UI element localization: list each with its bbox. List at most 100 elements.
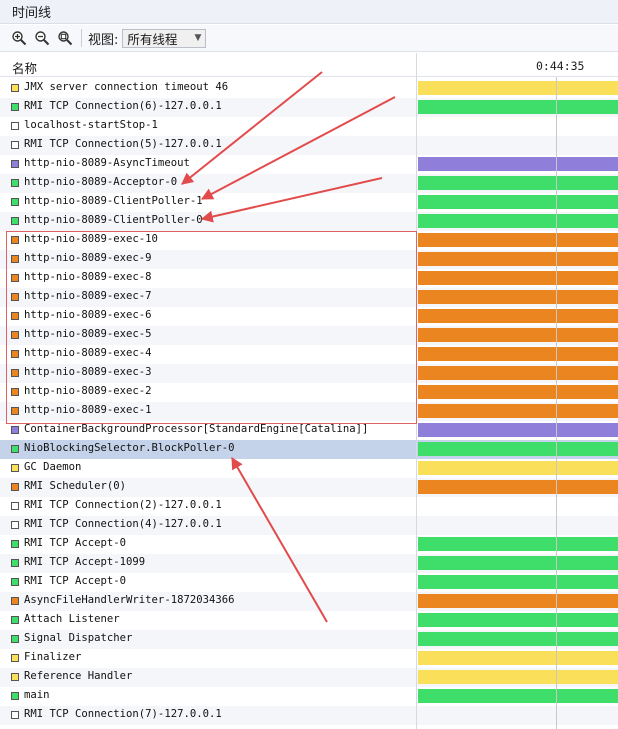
thread-state-swatch xyxy=(11,217,19,225)
view-select-value: 所有线程 xyxy=(127,31,178,47)
thread-row[interactable]: RMI TCP Connection(6)-127.0.0.1 xyxy=(0,98,618,117)
thread-row[interactable]: Reference Handler xyxy=(0,668,618,687)
thread-state-swatch xyxy=(11,331,19,339)
thread-row[interactable]: RMI TCP Connection(5)-127.0.0.1 xyxy=(0,136,618,155)
thread-row[interactable]: http-nio-8089-exec-5 xyxy=(0,326,618,345)
thread-row[interactable]: main xyxy=(0,687,618,706)
zoom-fit-icon[interactable] xyxy=(54,27,76,49)
thread-timeline-bar xyxy=(418,423,618,437)
thread-row[interactable]: http-nio-8089-exec-7 xyxy=(0,288,618,307)
thread-name: http-nio-8089-exec-1 xyxy=(24,404,152,416)
thread-name: RMI TCP Connection(2)-127.0.0.1 xyxy=(24,499,222,511)
thread-row[interactable]: RMI Scheduler(0) xyxy=(0,478,618,497)
thread-row[interactable]: http-nio-8089-exec-6 xyxy=(0,307,618,326)
table-header: 名称 0:44:35 xyxy=(0,53,618,77)
thread-row[interactable]: RMI TCP Connection(2)-127.0.0.1 xyxy=(0,497,618,516)
thread-state-swatch xyxy=(11,654,19,662)
thread-name: Finalizer xyxy=(24,651,82,663)
thread-state-swatch xyxy=(11,255,19,263)
thread-row[interactable]: RMI TCP Accept-0 xyxy=(0,573,618,592)
thread-timeline-bar xyxy=(418,670,618,684)
thread-name: http-nio-8089-exec-4 xyxy=(24,347,152,359)
thread-timeline-bar xyxy=(418,81,618,95)
thread-name: AsyncFileHandlerWriter-1872034366 xyxy=(24,594,235,606)
thread-timeline-bar xyxy=(418,176,618,190)
thread-name: RMI TCP Connection(5)-127.0.0.1 xyxy=(24,138,222,150)
thread-state-swatch xyxy=(11,540,19,548)
thread-name: RMI TCP Accept-0 xyxy=(24,575,127,587)
thread-timeline-bar xyxy=(418,157,618,171)
thread-timeline-bar xyxy=(418,195,618,209)
thread-timeline-bar xyxy=(418,214,618,228)
thread-row[interactable]: http-nio-8089-exec-2 xyxy=(0,383,618,402)
thread-state-swatch xyxy=(11,426,19,434)
thread-name: Signal Dispatcher xyxy=(24,632,133,644)
thread-state-swatch xyxy=(11,350,19,358)
thread-row[interactable]: Finalizer xyxy=(0,649,618,668)
zoom-in-icon[interactable] xyxy=(8,27,30,49)
thread-name: http-nio-8089-exec-10 xyxy=(24,233,158,245)
thread-state-swatch xyxy=(11,369,19,377)
thread-timeline-bar xyxy=(418,575,618,589)
thread-row[interactable]: RMI TCP Connection(7)-127.0.0.1 xyxy=(0,706,618,725)
thread-name: RMI TCP Connection(4)-127.0.0.1 xyxy=(24,518,222,530)
view-select[interactable]: 所有线程 ▼ xyxy=(122,28,207,48)
thread-row[interactable]: GC Daemon xyxy=(0,459,618,478)
thread-state-swatch xyxy=(11,711,19,719)
toolbar-separator xyxy=(81,29,82,47)
thread-row[interactable]: http-nio-8089-exec-10 xyxy=(0,231,618,250)
time-column-header: 0:44:35 xyxy=(536,59,585,73)
thread-row[interactable]: AsyncFileHandlerWriter-1872034366 xyxy=(0,592,618,611)
thread-timeline-bar xyxy=(418,271,618,285)
thread-row[interactable]: http-nio-8089-ClientPoller-0 xyxy=(0,212,618,231)
thread-name: Attach Listener xyxy=(24,613,120,625)
thread-state-swatch xyxy=(11,692,19,700)
thread-state-swatch xyxy=(11,502,19,510)
thread-row[interactable]: Signal Dispatcher xyxy=(0,630,618,649)
thread-state-swatch xyxy=(11,198,19,206)
thread-timeline-bar xyxy=(418,290,618,304)
thread-name: http-nio-8089-exec-6 xyxy=(24,309,152,321)
thread-row[interactable]: http-nio-8089-AsyncTimeout xyxy=(0,155,618,174)
zoom-out-icon[interactable] xyxy=(31,27,53,49)
thread-state-swatch xyxy=(11,160,19,168)
thread-name: http-nio-8089-exec-2 xyxy=(24,385,152,397)
thread-row[interactable]: http-nio-8089-exec-3 xyxy=(0,364,618,383)
thread-row[interactable]: RMI TCP Accept-0 xyxy=(0,535,618,554)
thread-row[interactable]: http-nio-8089-ClientPoller-1 xyxy=(0,193,618,212)
thread-timeline-bar xyxy=(418,385,618,399)
thread-row[interactable]: localhost-startStop-1 xyxy=(0,117,618,136)
thread-name: http-nio-8089-exec-3 xyxy=(24,366,152,378)
thread-row[interactable]: NioBlockingSelector.BlockPoller-0 xyxy=(0,440,618,459)
thread-state-swatch xyxy=(11,483,19,491)
thread-state-swatch xyxy=(11,597,19,605)
thread-row[interactable]: Attach Listener xyxy=(0,611,618,630)
column-divider[interactable] xyxy=(416,53,417,729)
thread-name: http-nio-8089-exec-9 xyxy=(24,252,152,264)
thread-row[interactable]: http-nio-8089-exec-4 xyxy=(0,345,618,364)
thread-timeline-bar xyxy=(418,328,618,342)
thread-name: ContainerBackgroundProcessor[StandardEng… xyxy=(24,423,369,435)
name-column-header[interactable]: 名称 xyxy=(12,58,37,77)
thread-row[interactable]: RMI TCP Accept-1099 xyxy=(0,554,618,573)
thread-name: RMI TCP Connection(7)-127.0.0.1 xyxy=(24,708,222,720)
thread-row[interactable]: ContainerBackgroundProcessor[StandardEng… xyxy=(0,421,618,440)
view-label: 视图: xyxy=(88,32,119,48)
thread-name: http-nio-8089-exec-8 xyxy=(24,271,152,283)
thread-row[interactable]: http-nio-8089-exec-9 xyxy=(0,250,618,269)
thread-row[interactable]: RMI TCP Connection(4)-127.0.0.1 xyxy=(0,516,618,535)
thread-timeline-bar xyxy=(418,556,618,570)
thread-list: JMX server connection timeout 46 RMI TCP … xyxy=(0,79,618,725)
thread-row[interactable]: JMX server connection timeout 46 xyxy=(0,79,618,98)
thread-timeline-bar xyxy=(418,632,618,646)
thread-timeline-bar xyxy=(418,461,618,475)
thread-row[interactable]: http-nio-8089-exec-8 xyxy=(0,269,618,288)
thread-timeline-bar xyxy=(418,309,618,323)
thread-name: RMI TCP Accept-1099 xyxy=(24,556,146,568)
thread-timeline-bar xyxy=(418,651,618,665)
thread-timeline-bar xyxy=(418,366,618,380)
thread-row[interactable]: http-nio-8089-exec-1 xyxy=(0,402,618,421)
panel-title: 时间线 xyxy=(12,6,52,21)
thread-timeline-bar xyxy=(418,537,618,551)
thread-row[interactable]: http-nio-8089-Acceptor-0 xyxy=(0,174,618,193)
